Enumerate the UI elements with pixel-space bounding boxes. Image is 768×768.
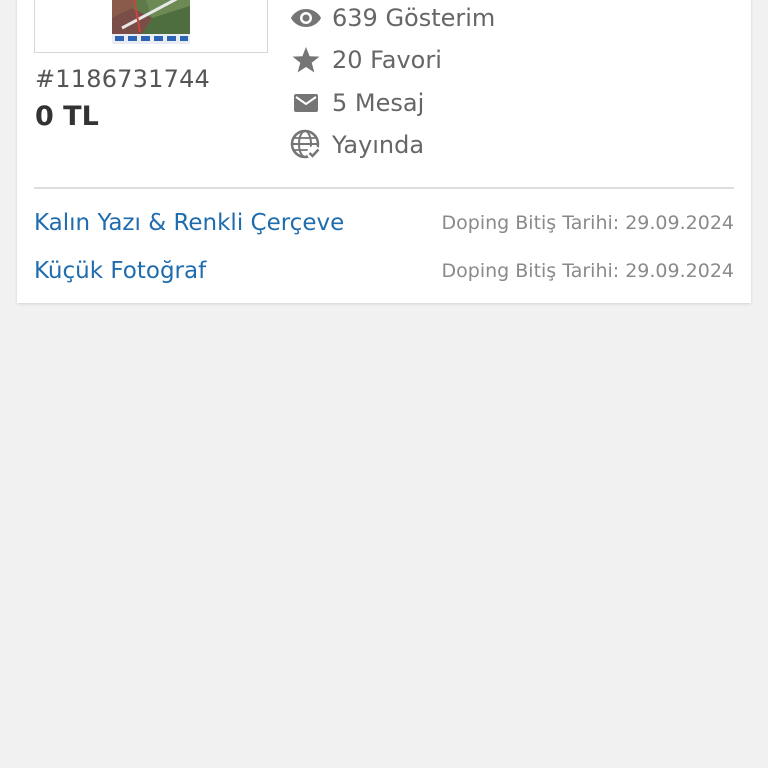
doping-name-link[interactable]: Küçük Fotoğraf <box>34 258 206 284</box>
stat-favorites: 20 Favori <box>289 45 442 75</box>
messages-count: 5 Mesaj <box>332 89 425 117</box>
divider <box>34 187 734 189</box>
eye-icon <box>289 3 323 33</box>
listing-number: #1186731744 <box>35 65 211 93</box>
doping-row[interactable]: Kalın Yazı & Renkli Çerçeve Doping Bitiş… <box>34 207 734 239</box>
globe-check-icon <box>289 129 323 160</box>
doping-name-link[interactable]: Kalın Yazı & Renkli Çerçeve <box>34 210 344 236</box>
stat-status: Yayında <box>289 129 425 160</box>
star-icon <box>289 45 323 75</box>
listing-thumbnail-frame[interactable] <box>34 0 268 53</box>
doping-row[interactable]: Küçük Fotoğraf Doping Bitiş Tarihi: 29.0… <box>34 255 734 287</box>
views-count: 639 Gösterim <box>332 4 496 32</box>
doping-end-date: Doping Bitiş Tarihi: 29.09.2024 <box>441 212 734 234</box>
stat-messages: 5 Mesaj <box>289 88 424 118</box>
status-text: Yayında <box>332 131 425 159</box>
doping-end-date: Doping Bitiş Tarihi: 29.09.2024 <box>441 260 734 282</box>
listing-price: 0 TL <box>35 101 99 132</box>
favorites-count: 20 Favori <box>332 46 442 74</box>
mail-icon <box>289 88 323 118</box>
listing-thumbnail[interactable] <box>112 0 190 44</box>
stat-views: 639 Gösterim <box>289 3 495 33</box>
listing-card: #1186731744 0 TL 639 Gösterim 20 Favori <box>17 0 751 303</box>
